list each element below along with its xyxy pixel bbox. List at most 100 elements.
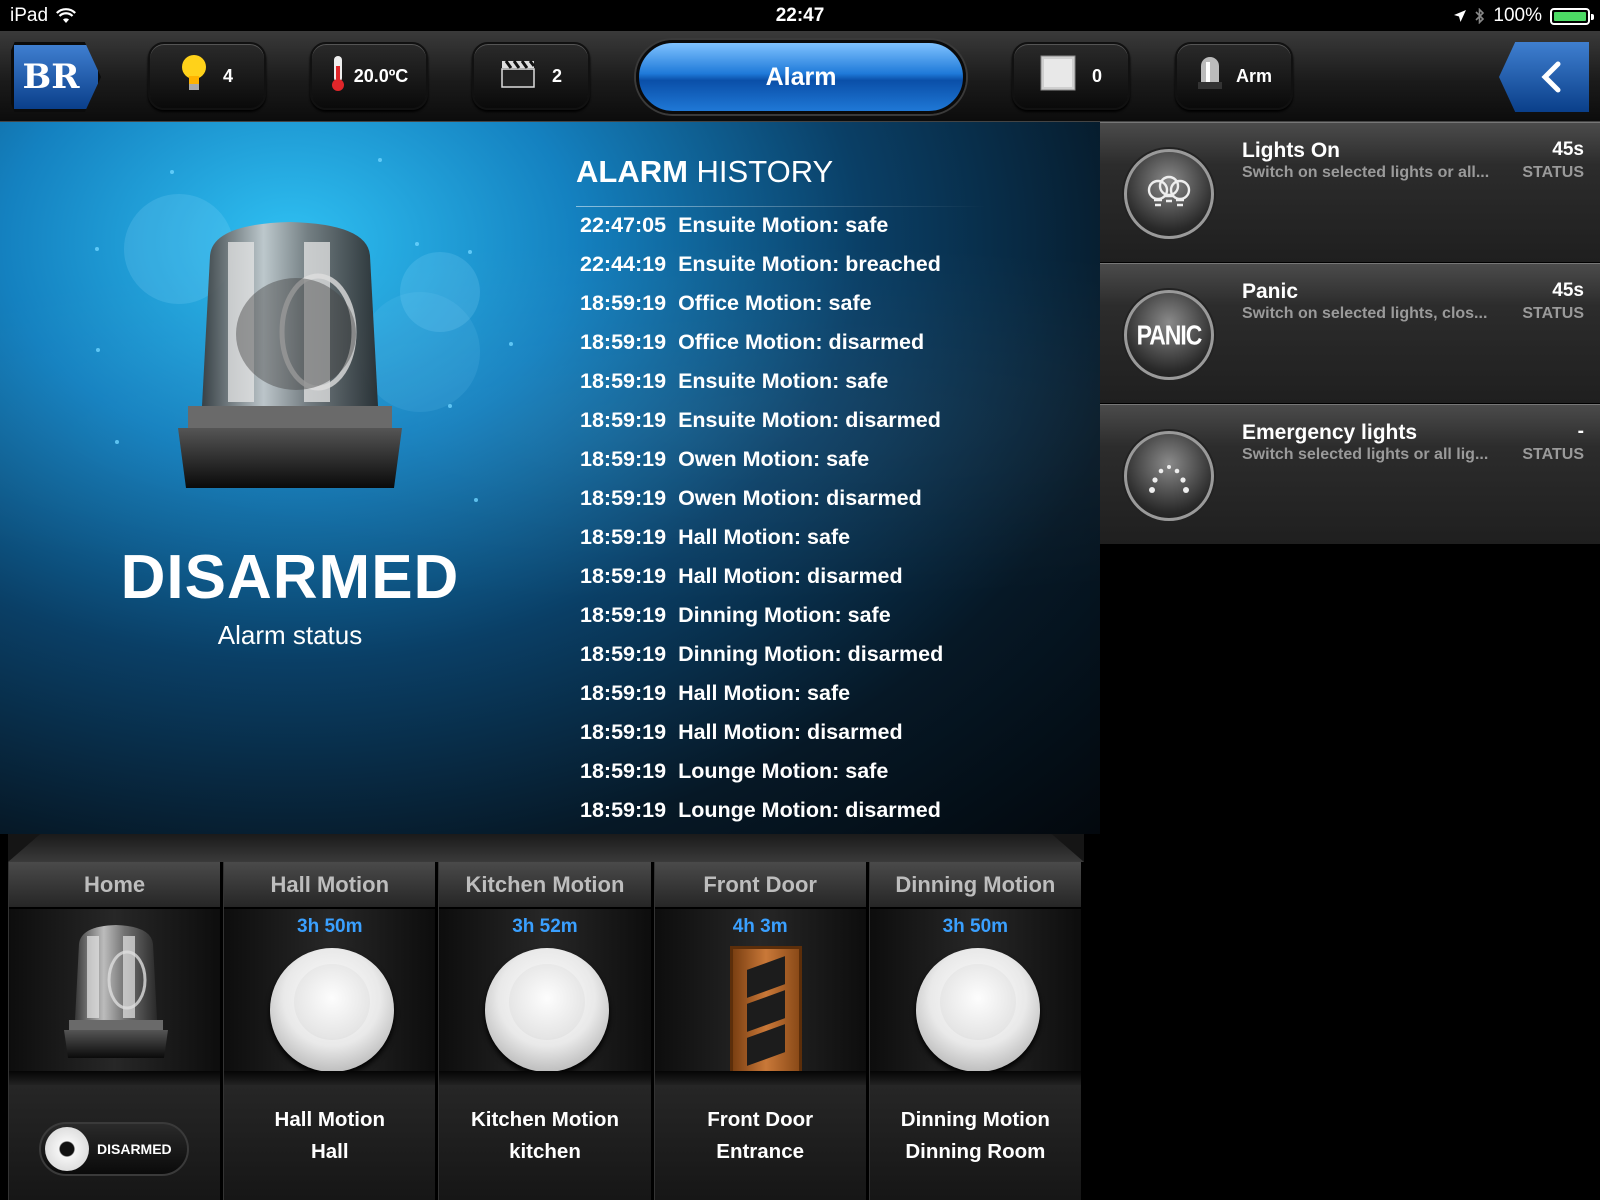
- history-entry: 18:59:19 Lounge Motion: safe: [580, 759, 1080, 798]
- alarm-history-list[interactable]: 22:47:05 Ensuite Motion: safe 22:44:19 Ensu…: [580, 213, 1080, 837]
- alarm-history-title: ALARM HISTORY: [576, 154, 833, 190]
- device-location: Dinning Room: [905, 1140, 1046, 1163]
- history-entry-time: 22:47:05: [580, 213, 667, 237]
- door-pane: [746, 1024, 785, 1066]
- scene-title: Emergency lights: [1242, 421, 1418, 444]
- device-name-block: Hall Motion Hall: [224, 1104, 435, 1168]
- device-last-change: 3h 50m: [297, 916, 363, 937]
- back-button[interactable]: [1499, 42, 1589, 112]
- history-entry-time: 18:59:19: [580, 447, 667, 471]
- history-entry: 18:59:19 Hall Motion: disarmed: [580, 720, 1080, 759]
- home-button[interactable]: BR: [11, 42, 101, 112]
- alarm-arm-toggle[interactable]: DISARMED: [39, 1122, 189, 1176]
- panic-icon[interactable]: PANIC: [1124, 290, 1214, 380]
- history-entry-event: Office Motion: disarmed: [678, 330, 925, 354]
- device-home[interactable]: Home DISARMED: [8, 862, 224, 1200]
- scene-lights-on[interactable]: Lights On Switch on selected lights or a…: [1100, 122, 1600, 263]
- history-entry-event: Dinning Motion: safe: [678, 603, 891, 627]
- chevron-left-icon: [1541, 61, 1561, 93]
- sparkle: [95, 247, 99, 251]
- history-entry: 18:59:19 Hall Motion: safe: [580, 681, 1080, 720]
- history-entry: 22:47:05 Ensuite Motion: safe: [580, 213, 1080, 252]
- device-last-change: 3h 50m: [942, 916, 1009, 937]
- blinds-button[interactable]: 0: [1012, 42, 1130, 110]
- scene-emergency-lights[interactable]: Emergency lights Switch selected lights …: [1100, 404, 1600, 545]
- device-name-block: Kitchen Motion kitchen: [439, 1104, 650, 1168]
- history-entry: 18:59:19 Hall Motion: safe: [580, 525, 1080, 564]
- scene-duration: 45s: [1552, 280, 1584, 301]
- history-entry-event: Lounge Motion: disarmed: [678, 798, 941, 822]
- history-entry: 18:59:19 Dinning Motion: safe: [580, 603, 1080, 642]
- device-hall-motion[interactable]: Hall Motion 3h 50m Hall Motion Hall: [223, 862, 439, 1200]
- toggle-knob-icon[interactable]: [45, 1127, 89, 1171]
- alarm-title-pill[interactable]: Alarm: [636, 40, 966, 114]
- history-entry-event: Ensuite Motion: safe: [678, 213, 889, 237]
- history-entry-event: Owen Motion: disarmed: [678, 486, 922, 510]
- history-entry: 18:59:19 Office Motion: disarmed: [580, 330, 1080, 369]
- history-title-bold: ALARM: [576, 154, 688, 189]
- blinds-icon: [1040, 55, 1076, 97]
- device-location: kitchen: [509, 1140, 581, 1163]
- history-entry: 18:59:19 Hall Motion: disarmed: [580, 564, 1080, 603]
- scene-description: Switch selected lights or all lig...: [1242, 446, 1489, 463]
- scenes-button[interactable]: 2: [472, 42, 590, 110]
- device-front-door[interactable]: Front Door 4h 3m Front Door Entrance: [653, 862, 869, 1200]
- history-entry-time: 18:59:19: [580, 486, 667, 510]
- scene-duration: -: [1577, 421, 1584, 442]
- device-last-change: 4h 3m: [732, 916, 788, 937]
- sparkle: [509, 342, 513, 346]
- history-entry-time: 18:59:19: [580, 681, 667, 705]
- scene-description: Switch on selected lights, clos...: [1242, 305, 1488, 322]
- temperature-button[interactable]: 20.0ºC: [310, 42, 428, 110]
- scene-status: STATUS: [1522, 446, 1584, 463]
- alarm-status-label: Alarm status: [217, 620, 363, 650]
- motion-sensor-icon: [485, 948, 610, 1072]
- device-header: Front Door: [654, 862, 866, 909]
- device-header: Kitchen Motion: [439, 862, 651, 909]
- device-name: Kitchen Motion: [470, 1108, 619, 1131]
- history-entry-event: Owen Motion: safe: [678, 447, 870, 471]
- device-dinning-motion[interactable]: Dinning Motion 3h 50m Dinning Motion Din…: [868, 862, 1084, 1200]
- emergency-dots-icon[interactable]: [1124, 431, 1214, 521]
- history-entry-time: 18:59:19: [580, 564, 667, 588]
- motion-sensor-icon: [915, 948, 1040, 1072]
- sparkle: [170, 170, 174, 174]
- sparkle: [96, 348, 100, 352]
- blinds-count: 0: [1091, 65, 1102, 86]
- door-icon: [729, 946, 802, 1076]
- history-entry-time: 22:44:19: [580, 252, 667, 276]
- sparkle: [448, 404, 452, 408]
- shelf-ledge: [654, 1071, 866, 1085]
- history-entry-event: Lounge Motion: safe: [678, 759, 889, 783]
- alarm-panel: DISARMED Alarm status ALARM HISTORY 22:4…: [0, 122, 1100, 834]
- device-header: Dinning Motion: [869, 862, 1081, 909]
- history-divider: [576, 206, 986, 207]
- clock: 22:47: [775, 5, 825, 26]
- scene-status: STATUS: [1522, 305, 1584, 322]
- scene-panic[interactable]: PANIC Panic Switch on selected lights, c…: [1100, 263, 1600, 404]
- panic-icon-text: PANIC: [1136, 318, 1203, 350]
- history-entry-time: 18:59:19: [580, 291, 667, 315]
- toggle-label: DISARMED: [97, 1141, 172, 1157]
- history-entry: 18:59:19 Office Motion: safe: [580, 291, 1080, 330]
- clapperboard-icon: [500, 57, 536, 95]
- scene-description: Switch on selected lights or all...: [1242, 164, 1490, 181]
- bulbs-icon[interactable]: [1124, 149, 1214, 239]
- arm-button[interactable]: Arm: [1175, 42, 1293, 110]
- device-kitchen-motion[interactable]: Kitchen Motion 3h 52m Kitchen Motion kit…: [438, 862, 654, 1200]
- history-entry-time: 18:59:19: [580, 759, 667, 783]
- history-entry-time: 18:59:19: [580, 408, 667, 432]
- history-entry: 18:59:19 Ensuite Motion: safe: [580, 369, 1080, 408]
- sparkle: [115, 440, 119, 444]
- temperature-value: 20.0ºC: [353, 65, 409, 86]
- history-entry-time: 18:59:19: [580, 369, 667, 393]
- lights-button[interactable]: 4: [148, 42, 266, 110]
- device-name: Front Door: [707, 1108, 814, 1131]
- history-entry-time: 18:59:19: [580, 798, 667, 822]
- location-arrow-icon: [1454, 10, 1467, 22]
- alarm-status-value: DISARMED: [120, 543, 460, 612]
- history-entry: 18:59:19 Owen Motion: safe: [580, 447, 1080, 486]
- device-header: Home: [9, 862, 221, 909]
- history-entry-event: Hall Motion: disarmed: [678, 720, 903, 744]
- sparkle: [468, 250, 472, 254]
